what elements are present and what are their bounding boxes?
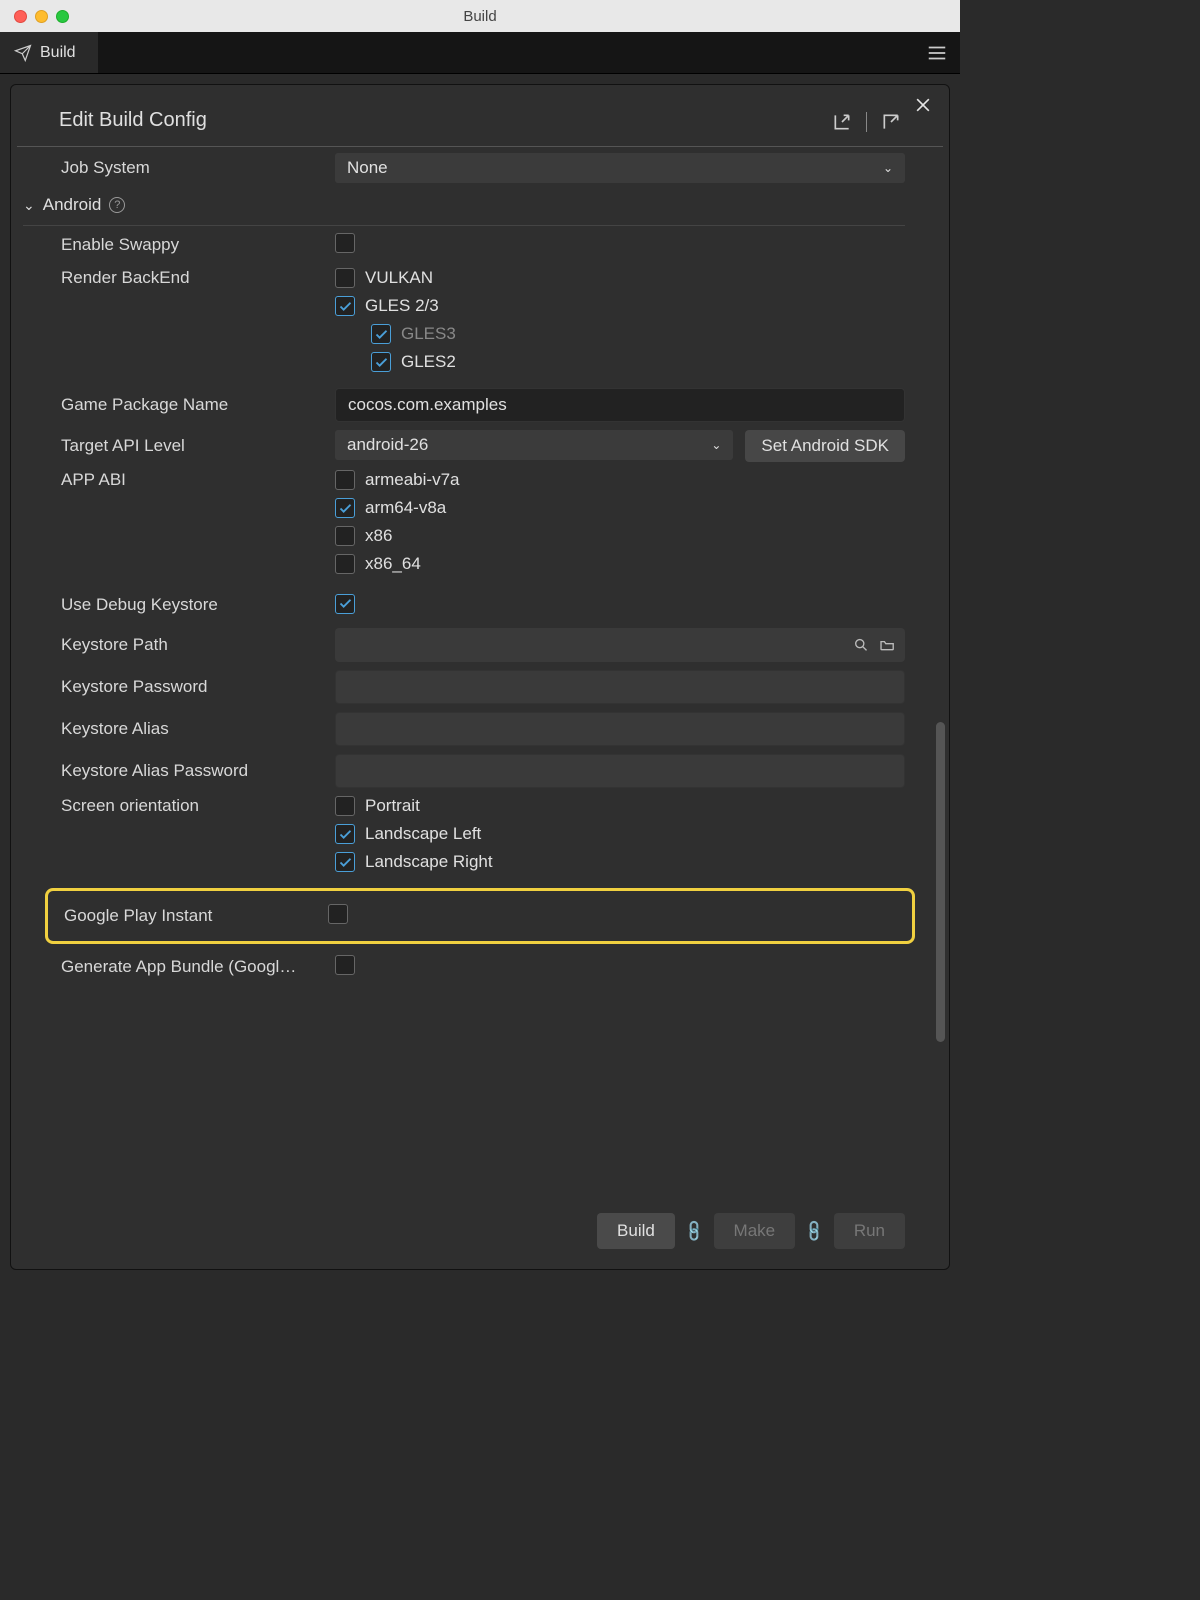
keystore-password-input[interactable] (335, 670, 905, 704)
search-icon[interactable] (853, 636, 869, 654)
build-button[interactable]: Build (597, 1213, 675, 1249)
keystore-alias-password-input[interactable] (335, 754, 905, 788)
vulkan-checkbox[interactable] (335, 268, 355, 288)
paper-plane-icon (14, 44, 32, 62)
tab-label: Build (40, 44, 76, 62)
job-system-select[interactable]: None ⌄ (335, 153, 905, 183)
hamburger-menu-icon[interactable] (926, 42, 948, 64)
target-api-label: Target API Level (55, 436, 335, 456)
x86-64-checkbox[interactable] (335, 554, 355, 574)
chevron-down-icon: ⌄ (711, 438, 721, 452)
maximize-window-button[interactable] (56, 10, 69, 23)
window-title: Build (463, 8, 496, 25)
debug-keystore-label: Use Debug Keystore (55, 595, 335, 615)
divider (866, 112, 867, 132)
package-name-label: Game Package Name (55, 395, 335, 415)
app-abi-label: APP ABI (55, 470, 335, 490)
link-icon: 🔗 (801, 1218, 827, 1244)
armeabi-v7a-checkbox[interactable] (335, 470, 355, 490)
export-icon[interactable] (881, 112, 901, 132)
gles23-checkbox[interactable] (335, 296, 355, 316)
landscape-left-checkbox[interactable] (335, 824, 355, 844)
landscape-right-checkbox[interactable] (335, 852, 355, 872)
google-play-instant-highlight: Google Play Instant (45, 888, 915, 944)
keystore-alias-password-label: Keystore Alias Password (55, 761, 335, 781)
x86-checkbox[interactable] (335, 526, 355, 546)
keystore-password-label: Keystore Password (55, 677, 335, 697)
debug-keystore-checkbox[interactable] (335, 594, 355, 614)
target-api-select[interactable]: android-26 ⌄ (335, 430, 733, 460)
keystore-path-group (335, 628, 905, 662)
enable-swappy-checkbox[interactable] (335, 233, 355, 253)
keystore-alias-input[interactable] (335, 712, 905, 746)
job-system-label: Job System (55, 158, 335, 178)
run-button[interactable]: Run (834, 1213, 905, 1249)
chevron-down-icon: ⌄ (883, 161, 893, 175)
gles3-checkbox[interactable] (371, 324, 391, 344)
portrait-checkbox[interactable] (335, 796, 355, 816)
close-window-button[interactable] (14, 10, 27, 23)
panel-title: Edit Build Config (59, 109, 207, 132)
folder-open-icon[interactable] (879, 636, 895, 654)
traffic-lights (0, 10, 69, 23)
build-config-panel: Edit Build Config Job System None ⌄ (10, 84, 950, 1270)
import-icon[interactable] (832, 112, 852, 132)
google-play-instant-label: Google Play Instant (58, 906, 328, 926)
make-button[interactable]: Make (714, 1213, 796, 1249)
minimize-window-button[interactable] (35, 10, 48, 23)
tab-build[interactable]: Build (0, 32, 98, 73)
android-section-header[interactable]: ⌄ Android ? (23, 187, 905, 226)
keystore-path-input[interactable] (335, 628, 843, 662)
set-android-sdk-button[interactable]: Set Android SDK (745, 430, 905, 462)
link-icon: 🔗 (681, 1218, 707, 1244)
keystore-alias-label: Keystore Alias (55, 719, 335, 739)
screen-orientation-label: Screen orientation (55, 796, 335, 816)
window-titlebar: Build (0, 0, 960, 32)
gles2-checkbox[interactable] (371, 352, 391, 372)
keystore-path-label: Keystore Path (55, 635, 335, 655)
tab-bar: Build (0, 32, 960, 74)
package-name-input[interactable] (335, 388, 905, 422)
panel-footer: Build 🔗 Make 🔗 Run (597, 1213, 905, 1249)
panel-actions (832, 112, 901, 132)
app-bundle-label: Generate App Bundle (Googl… (55, 957, 335, 977)
chevron-down-icon: ⌄ (23, 197, 35, 214)
arm64-v8a-checkbox[interactable] (335, 498, 355, 518)
app-bundle-checkbox[interactable] (335, 955, 355, 975)
enable-swappy-label: Enable Swappy (55, 235, 335, 255)
render-backend-label: Render BackEnd (55, 268, 335, 288)
google-play-instant-checkbox[interactable] (328, 904, 348, 924)
help-icon[interactable]: ? (109, 197, 125, 213)
close-panel-button[interactable] (913, 95, 933, 121)
scrollbar[interactable] (936, 722, 945, 1042)
